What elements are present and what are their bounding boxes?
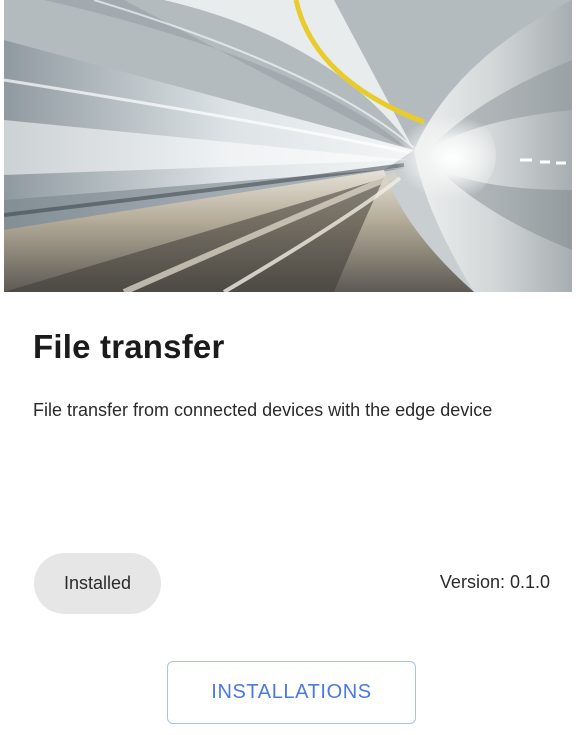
app-description: File transfer from connected devices wit… <box>33 400 493 420</box>
version-label: Version: 0.1.0 <box>439 572 550 592</box>
tunnel-illustration <box>4 0 572 292</box>
app-title: File transfer <box>33 328 225 365</box>
app-card: File transfer File transfer from connect… <box>0 0 576 735</box>
tunnel-hero-image <box>4 0 572 292</box>
installed-status-chip: Installed <box>34 553 161 614</box>
installations-button[interactable]: INSTALLATIONS <box>167 661 416 724</box>
